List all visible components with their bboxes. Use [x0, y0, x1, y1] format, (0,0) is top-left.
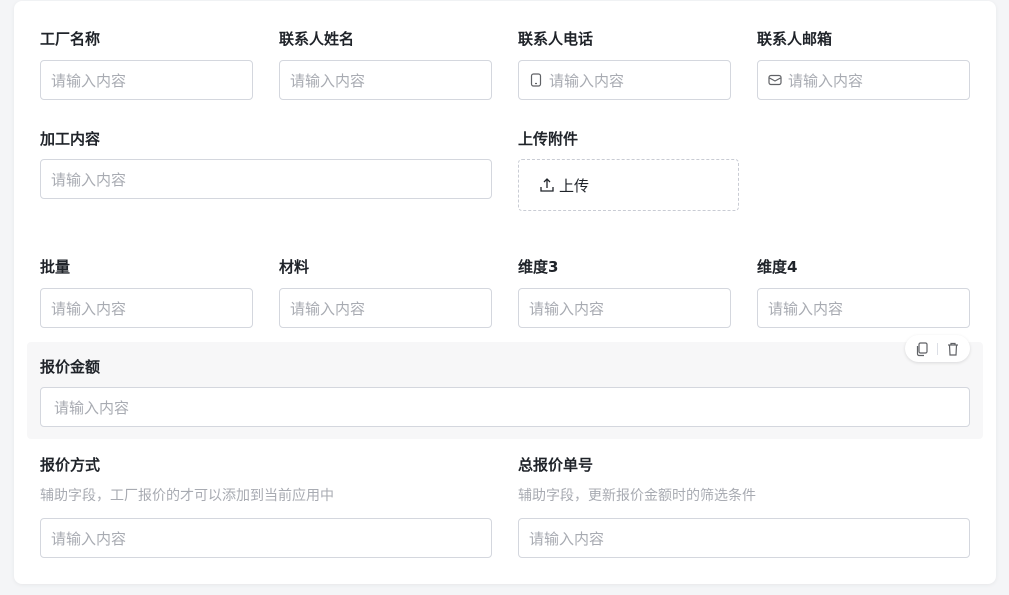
quote-amount-placeholder: 请输入内容 [54, 398, 130, 417]
dim4-placeholder: 请输入内容 [768, 299, 844, 318]
quote-amount-input[interactable]: 请输入内容 [40, 387, 970, 427]
dim4-input[interactable]: 请输入内容 [757, 288, 970, 328]
material-placeholder: 请输入内容 [290, 299, 366, 318]
batch-label: 批量 [40, 258, 71, 276]
upload-button[interactable]: 上传 [518, 159, 739, 211]
material-input[interactable]: 请输入内容 [279, 288, 492, 328]
dim3-placeholder: 请输入内容 [529, 299, 605, 318]
total-quote-no-hint: 辅助字段，更新报价金额时的筛选条件 [518, 488, 756, 504]
contact-email-placeholder: 请输入内容 [788, 71, 864, 90]
upload-label: 上传 [559, 176, 590, 195]
dim3-label: 维度3 [518, 258, 559, 276]
copy-icon[interactable] [914, 341, 930, 357]
quote-method-input[interactable]: 请输入内容 [40, 518, 492, 558]
dim3-input[interactable]: 请输入内容 [518, 288, 731, 328]
contact-name-input[interactable]: 请输入内容 [279, 60, 492, 100]
material-label: 材料 [279, 258, 310, 276]
total-quote-no-input[interactable]: 请输入内容 [518, 518, 970, 558]
quote-method-hint: 辅助字段，工厂报价的才可以添加到当前应用中 [40, 488, 334, 504]
batch-input[interactable]: 请输入内容 [40, 288, 253, 328]
mail-icon [768, 73, 782, 87]
quote-method-label: 报价方式 [40, 456, 101, 474]
total-quote-no-label: 总报价单号 [518, 456, 594, 474]
quote-amount-label: 报价金额 [40, 358, 101, 376]
upload-icon [539, 177, 555, 193]
trash-icon[interactable] [945, 341, 961, 357]
factory-name-placeholder: 请输入内容 [51, 71, 127, 90]
total-quote-no-placeholder: 请输入内容 [529, 529, 605, 548]
phone-icon [529, 73, 543, 87]
attachment-label: 上传附件 [518, 130, 579, 148]
contact-phone-placeholder: 请输入内容 [549, 71, 625, 90]
factory-name-label: 工厂名称 [40, 30, 101, 48]
toolbar-divider [936, 342, 938, 355]
processing-label: 加工内容 [40, 130, 101, 148]
dim4-label: 维度4 [757, 258, 798, 276]
factory-name-input[interactable]: 请输入内容 [40, 60, 253, 100]
contact-phone-label: 联系人电话 [518, 30, 594, 48]
batch-placeholder: 请输入内容 [51, 299, 127, 318]
contact-email-input[interactable]: 请输入内容 [757, 60, 970, 100]
contact-name-placeholder: 请输入内容 [290, 71, 366, 90]
processing-input[interactable]: 请输入内容 [40, 159, 492, 199]
field-toolbar [905, 335, 970, 362]
contact-phone-input[interactable]: 请输入内容 [518, 60, 731, 100]
contact-name-label: 联系人姓名 [279, 30, 355, 48]
quote-method-placeholder: 请输入内容 [51, 529, 127, 548]
contact-email-label: 联系人邮箱 [757, 30, 833, 48]
processing-placeholder: 请输入内容 [51, 170, 127, 189]
